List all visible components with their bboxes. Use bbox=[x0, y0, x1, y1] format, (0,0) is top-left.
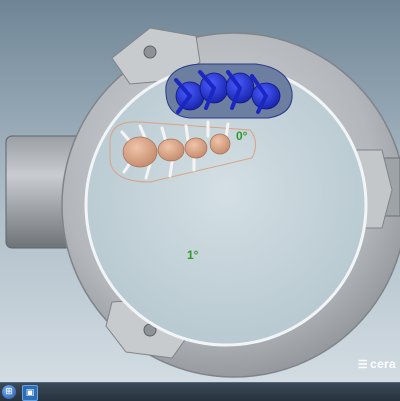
logo-mark-icon: ☰ bbox=[357, 358, 369, 371]
angle-label-upper: 0° bbox=[236, 129, 248, 143]
3d-viewport[interactable]: 0° 1° bbox=[0, 0, 400, 382]
taskbar: ⊞ ▣ bbox=[0, 382, 400, 401]
viewport-canvas[interactable] bbox=[0, 0, 400, 382]
windows-orb-icon[interactable]: ⊞ bbox=[2, 385, 16, 399]
angle-label-lower: 1° bbox=[187, 248, 199, 262]
logo-text: cera bbox=[370, 357, 396, 371]
cad-app-icon[interactable]: ▣ bbox=[22, 385, 38, 401]
ceramill-logo: ☰ cera bbox=[358, 357, 396, 371]
blue-bridge-part[interactable] bbox=[165, 63, 293, 119]
